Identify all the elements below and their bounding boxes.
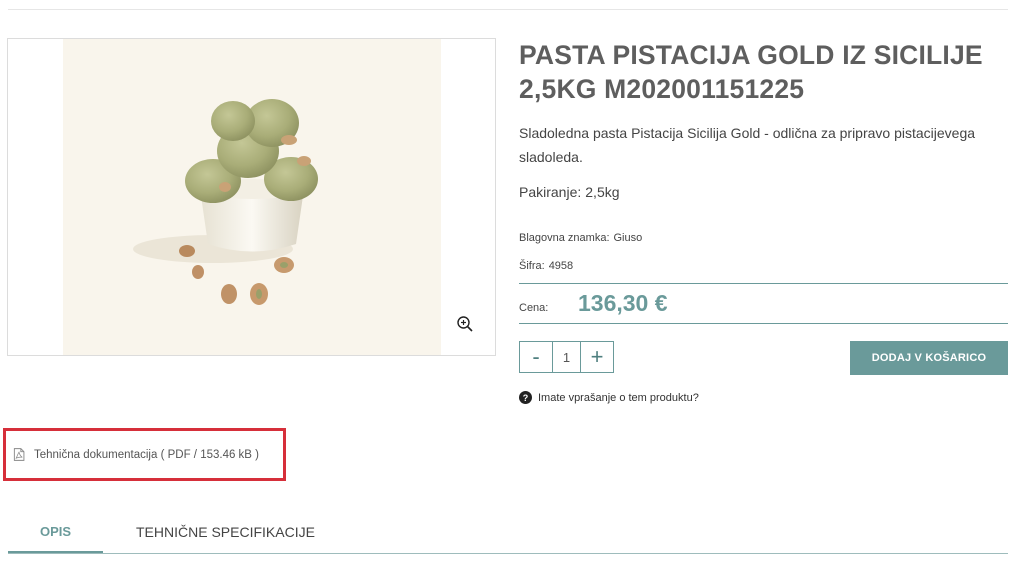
- quantity-decrease-button[interactable]: -: [520, 342, 552, 372]
- top-divider: [8, 9, 1008, 10]
- product-image: [63, 39, 441, 355]
- price-divider-top: [519, 283, 1008, 284]
- packaging-label: Pakiranje:: [519, 184, 582, 200]
- price-label: Cena:: [519, 302, 549, 314]
- sku-value: 4958: [548, 260, 574, 272]
- packaging-info: Pakiranje: 2,5kg: [519, 184, 620, 200]
- add-to-cart-button[interactable]: DODAJ V KOŠARICO: [850, 341, 1008, 375]
- quantity-increase-button[interactable]: +: [581, 342, 613, 372]
- tab-opis[interactable]: OPIS: [8, 510, 103, 553]
- price-divider-bottom: [519, 323, 1008, 324]
- sku-info: Šifra: 4958: [519, 260, 573, 272]
- tab-technical-specifications[interactable]: TEHNIČNE SPECIFIKACIJE: [136, 510, 315, 553]
- price-value: 136,30 €: [578, 290, 668, 316]
- tabs-divider: [8, 553, 1008, 554]
- quantity-stepper: - +: [519, 341, 614, 373]
- technical-documentation-link[interactable]: Tehnična dokumentacija ( PDF / 153.46 kB…: [13, 448, 259, 461]
- quantity-input[interactable]: [552, 342, 581, 372]
- product-question-text: Imate vprašanje o tem produktu?: [538, 391, 699, 404]
- product-short-description: Sladoledna pasta Pistacija Sicilija Gold…: [519, 125, 976, 165]
- product-question-link[interactable]: ? Imate vprašanje o tem produktu?: [519, 391, 699, 404]
- product-image-frame[interactable]: [7, 38, 496, 356]
- zoom-in-icon[interactable]: [456, 315, 474, 333]
- brand-label: Blagovna znamka:: [519, 232, 610, 244]
- brand-value: Giuso: [613, 232, 643, 244]
- product-title: PASTA PISTACIJA GOLD IZ SICILIJE 2,5KG M…: [519, 40, 983, 104]
- pistachio-gelato-illustration: [133, 99, 318, 305]
- brand-info: Blagovna znamka: Giuso: [519, 232, 642, 244]
- technical-documentation-text: Tehnična dokumentacija ( PDF / 153.46 kB…: [34, 448, 260, 461]
- product-tabs: OPIS TEHNIČNE SPECIFIKACIJE: [8, 510, 1008, 554]
- question-circle-icon: ?: [519, 391, 532, 404]
- pdf-file-icon: [13, 448, 25, 461]
- sku-label: Šifra:: [519, 260, 545, 272]
- packaging-value: 2,5kg: [585, 184, 620, 200]
